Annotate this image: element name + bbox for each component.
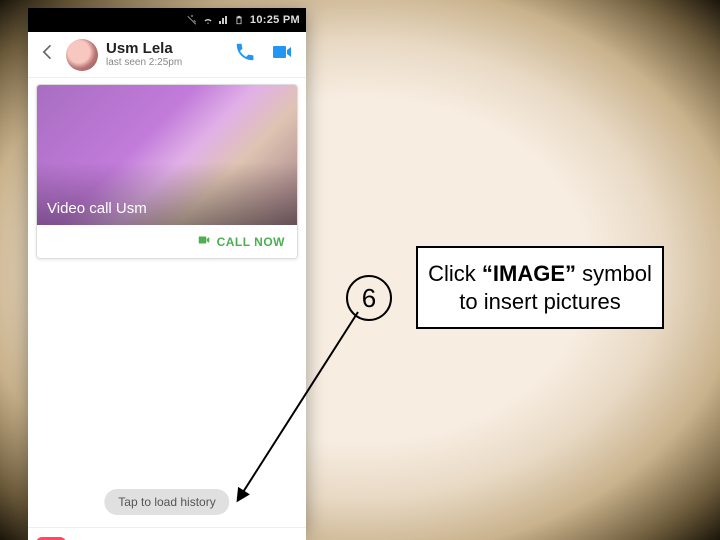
contact-info[interactable]: Usm Lela last seen 2:25pm [106, 41, 234, 69]
video-icon [197, 233, 211, 250]
mute-icon [186, 14, 198, 26]
call-now-label: CALL NOW [217, 235, 285, 249]
video-call-prompt-card: Video call Usm CALL NOW [36, 84, 298, 259]
battery-icon [234, 14, 246, 26]
call-now-button[interactable]: CALL NOW [37, 225, 297, 258]
chat-header: Usm Lela last seen 2:25pm [28, 32, 306, 78]
video-call-button[interactable] [270, 40, 294, 69]
status-clock: 10:25 PM [250, 14, 300, 26]
message-input-bar: Your message [28, 527, 306, 540]
message-input[interactable]: Your message [74, 536, 230, 540]
back-button[interactable] [34, 38, 66, 71]
instruction-emph: “IMAGE” [482, 261, 576, 286]
contact-avatar[interactable] [66, 39, 98, 71]
last-seen-label: last seen 2:25pm [106, 57, 234, 68]
android-status-bar: 10:25 PM [28, 8, 306, 32]
step-number: 6 [362, 283, 376, 314]
load-history-button[interactable]: Tap to load history [104, 489, 229, 515]
signal-icon [218, 14, 230, 26]
contact-photo-large: Video call Usm [37, 85, 297, 225]
voice-call-button[interactable] [234, 41, 256, 68]
pointer-arrow [228, 310, 368, 510]
load-history-label: Tap to load history [118, 495, 215, 509]
wifi-icon [202, 14, 214, 26]
instruction-callout: Click “IMAGE” symbol to insert pictures [416, 246, 664, 329]
video-call-caption: Video call Usm [47, 200, 147, 217]
contact-name: Usm Lela [106, 41, 234, 58]
instruction-pre: Click [428, 261, 482, 286]
